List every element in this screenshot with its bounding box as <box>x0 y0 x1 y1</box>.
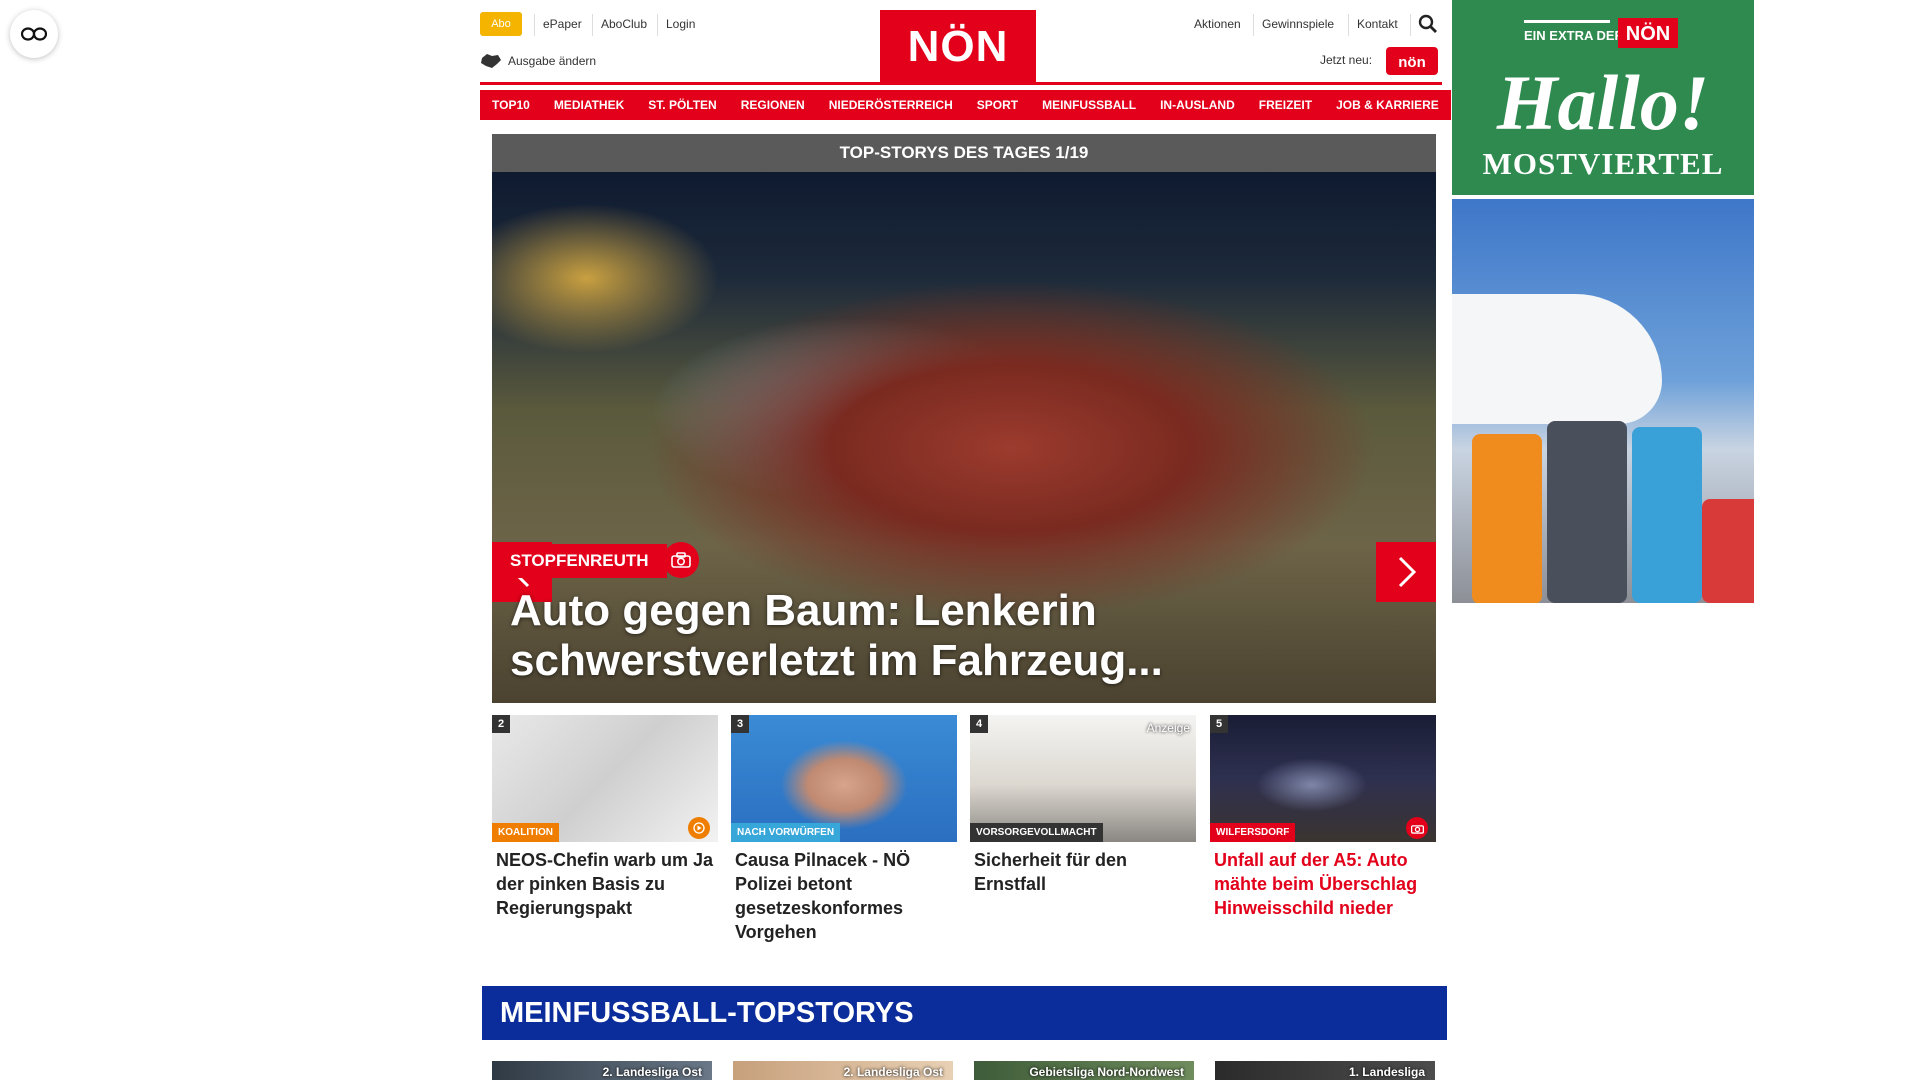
airplane-shape <box>1452 294 1662 424</box>
teaser-image[interactable]: 3 NACH VORWÜRFEN <box>731 715 957 842</box>
jetzt-neu-label: Jetzt neu: <box>1320 53 1373 67</box>
map-icon <box>481 54 501 68</box>
teaser-title[interactable]: Sicherheit für den Ernstfall <box>974 848 1192 896</box>
play-icon <box>688 817 710 839</box>
divider <box>592 14 593 36</box>
teaser-image[interactable]: 2 KOALITION <box>492 715 718 842</box>
ad-top-line: EIN EXTRA DER <box>1524 28 1624 43</box>
ad-banner[interactable]: EIN EXTRA DER NÖN Hallo! MOSTVIERTEL <box>1452 0 1754 195</box>
football-card[interactable]: 2. Landesliga Ost <box>733 1061 953 1080</box>
nav-item-freizeit[interactable]: FREIZEIT <box>1246 90 1325 120</box>
nav-item-mediathek[interactable]: MEDIATHEK <box>541 90 637 120</box>
teaser-number: 3 <box>731 715 749 733</box>
ad-subline: MOSTVIERTEL <box>1482 146 1724 181</box>
nav-item-sport[interactable]: SPORT <box>964 90 1031 120</box>
aboclub-link[interactable]: AboClub <box>601 12 647 36</box>
football-card[interactable]: 1. Landesliga <box>1215 1061 1435 1080</box>
divider <box>1348 14 1349 36</box>
teaser-title[interactable]: NEOS-Chefin warb um Ja der pinken Basis … <box>496 848 714 920</box>
teaser-tag: NACH VORWÜRFEN <box>731 823 841 842</box>
teaser-number: 2 <box>492 715 510 733</box>
divider <box>1253 14 1254 36</box>
league-label: Gebietsliga Nord-Nordwest <box>1029 1065 1184 1079</box>
nav-item-top10[interactable]: TOP10 <box>480 90 542 120</box>
hero-headline[interactable]: Auto gegen Baum: Lenkerin schwerstverlet… <box>510 586 1410 686</box>
league-label: 2. Landesliga Ost <box>843 1065 943 1079</box>
suitcase-shape <box>1472 434 1542 603</box>
nav-item-regionen[interactable]: REGIONEN <box>728 90 817 120</box>
main-nav: TOP10 MEDIATHEK ST. PÖLTEN REGIONEN NIED… <box>480 90 1451 120</box>
kids-non-logo[interactable]: nön <box>1386 47 1438 75</box>
ad-image[interactable] <box>1452 199 1754 603</box>
teaser-image[interactable]: 4 Anzeige VORSORGEVOLLMACHT <box>970 715 1196 842</box>
nav-item-niederoesterreich[interactable]: NIEDERÖSTERREICH <box>816 90 965 120</box>
suitcase-shape <box>1547 421 1627 603</box>
section-title[interactable]: MEINFUSSBALL-TOPSTORYS <box>482 986 1447 1040</box>
search-icon[interactable] <box>1418 14 1438 39</box>
non-logo[interactable]: NÖN <box>880 10 1036 82</box>
kontakt-link[interactable]: Kontakt <box>1357 12 1398 36</box>
gewinnspiele-link[interactable]: Gewinnspiele <box>1262 12 1334 36</box>
divider <box>1410 14 1411 36</box>
nav-item-in-ausland[interactable]: IN-AUSLAND <box>1148 90 1247 120</box>
league-label: 1. Landesliga <box>1348 1065 1425 1079</box>
teaser-number: 4 <box>970 715 988 733</box>
teaser-card[interactable]: 3 NACH VORWÜRFEN Causa Pilnacek - NÖ Pol… <box>731 715 957 944</box>
suitcase-shape <box>1632 427 1702 603</box>
football-card[interactable]: Gebietsliga Nord-Nordwest <box>974 1061 1194 1080</box>
ad-headline: Hallo! <box>1496 59 1710 146</box>
teaser-card[interactable]: 5 WILFERSDORF Unfall auf der A5: Auto mä… <box>1210 715 1436 920</box>
edition-label: Ausgabe ändern <box>508 54 597 68</box>
ad-rule <box>1524 20 1610 23</box>
ad-label: Anzeige <box>1146 721 1190 735</box>
abo-button[interactable]: Abo <box>480 12 522 36</box>
aktionen-link[interactable]: Aktionen <box>1194 12 1241 36</box>
hero-bar-title: TOP-STORYS DES TAGES 1/19 <box>492 134 1436 172</box>
teaser-title[interactable]: Causa Pilnacek - NÖ Polizei betont geset… <box>735 848 953 944</box>
hero-category-tag[interactable]: STOPFENREUTH <box>492 544 667 578</box>
camera-icon <box>663 542 699 578</box>
epaper-link[interactable]: ePaper <box>543 12 582 36</box>
teaser-card[interactable]: 2 KOALITION NEOS-Chefin warb um Ja der p… <box>492 715 718 920</box>
nav-item-job-karriere[interactable]: JOB & KARRIERE <box>1324 90 1451 120</box>
football-card[interactable]: 2. Landesliga Ost <box>492 1061 712 1080</box>
teaser-number: 5 <box>1210 715 1228 733</box>
edition-switch[interactable]: Ausgabe ändern <box>480 52 596 70</box>
ad-non-logo: NÖN <box>1618 18 1678 48</box>
teaser-image[interactable]: 5 WILFERSDORF <box>1210 715 1436 842</box>
hero-slider[interactable]: TOP-STORYS DES TAGES 1/19 STOPFENREUTH A… <box>492 134 1436 703</box>
eye-icon <box>21 27 47 41</box>
header-divider <box>480 82 1442 85</box>
login-link[interactable]: Login <box>666 12 695 36</box>
teaser-card[interactable]: 4 Anzeige VORSORGEVOLLMACHT Sicherheit f… <box>970 715 1196 896</box>
teaser-tag: KOALITION <box>492 823 559 842</box>
teaser-tag: VORSORGEVOLLMACHT <box>970 823 1103 842</box>
suitcase-shape <box>1702 499 1754 603</box>
camera-icon <box>1406 817 1428 839</box>
teaser-tag: WILFERSDORF <box>1210 823 1296 842</box>
floating-view-button[interactable] <box>10 10 58 58</box>
league-label: 2. Landesliga Ost <box>602 1065 702 1079</box>
nav-item-meinfussball[interactable]: MEINFUSSBALL <box>1030 90 1149 120</box>
divider <box>657 14 658 36</box>
teaser-title[interactable]: Unfall auf der A5: Auto mähte beim Übers… <box>1214 848 1432 920</box>
nav-item-st-poelten[interactable]: ST. PÖLTEN <box>636 90 729 120</box>
divider <box>534 14 535 36</box>
